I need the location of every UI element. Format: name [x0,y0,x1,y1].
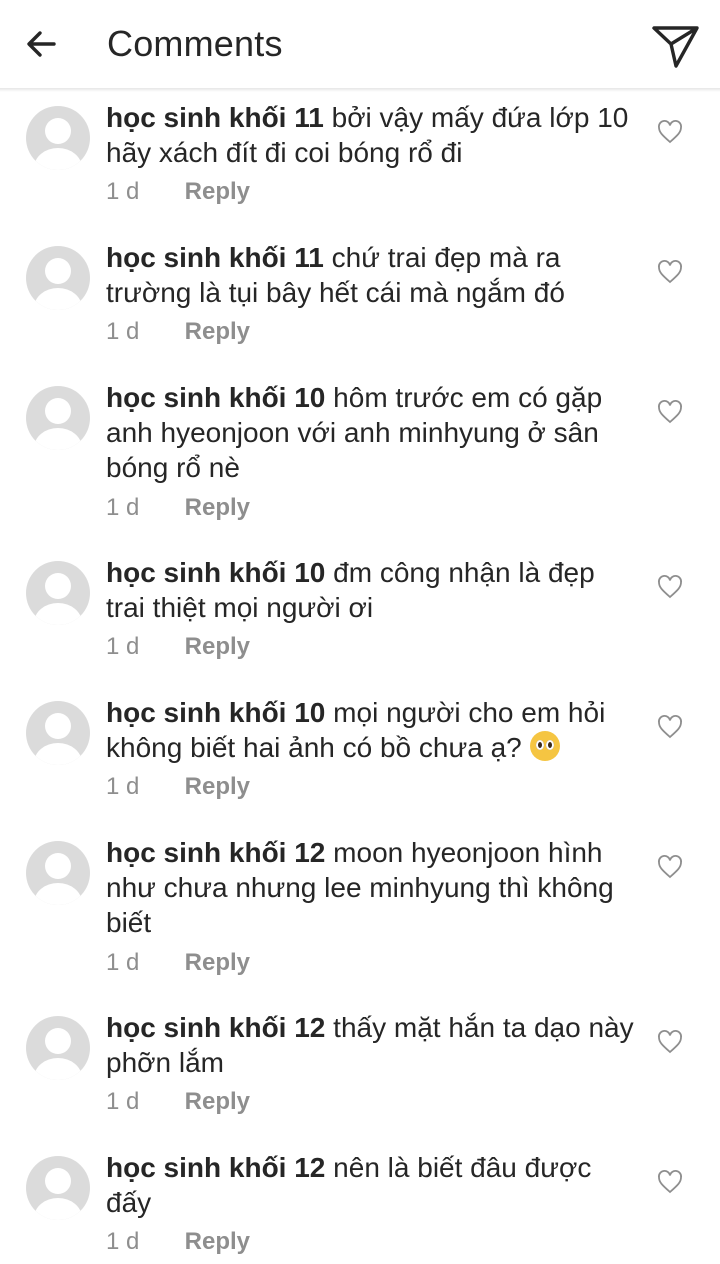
comment-text: học sinh khối 12 thấy mặt hắn ta dạo này… [106,1010,636,1080]
reply-button[interactable]: Reply [185,773,250,800]
avatar[interactable] [26,701,90,765]
comment-username[interactable]: học sinh khối 10 [106,382,325,413]
avatar[interactable] [26,841,90,905]
reply-button[interactable]: Reply [185,494,250,521]
comment-meta: 1 d Reply [106,1228,250,1256]
comment-timestamp: 1 d [106,1228,140,1255]
direct-message-icon[interactable] [650,20,702,72]
comment-timestamp: 1 d [106,318,140,345]
comment-timestamp: 1 d [106,494,140,521]
comment-timestamp: 1 d [106,949,140,976]
comment-username[interactable]: học sinh khối 12 [106,1152,325,1183]
reply-button[interactable]: Reply [185,1088,250,1115]
comment-timestamp: 1 d [106,633,140,660]
avatar[interactable] [26,1156,90,1220]
comment-username[interactable]: học sinh khối 11 [106,242,324,273]
heart-outline-icon[interactable] [656,398,684,426]
avatar[interactable] [26,246,90,310]
page-title: Comments [107,23,283,64]
comment-text: học sinh khối 10 hôm trước em có gặp anh… [106,380,636,485]
comment-timestamp: 1 d [106,1088,140,1115]
avatar[interactable] [26,1016,90,1080]
comment-meta: 1 d Reply [106,1088,250,1116]
comment-meta: 1 d Reply [106,178,250,206]
heart-outline-icon[interactable] [656,853,684,881]
comment-text: học sinh khối 10 đm công nhận là đẹp tra… [106,555,636,625]
comment-text: học sinh khối 12 nên là biết đâu được đấ… [106,1150,636,1220]
comment-username[interactable]: học sinh khối 11 [106,102,324,133]
heart-outline-icon[interactable] [656,713,684,741]
heart-outline-icon[interactable] [656,1168,684,1196]
comment-username[interactable]: học sinh khối 12 [106,837,325,868]
avatar[interactable] [26,386,90,450]
comment-timestamp: 1 d [106,178,140,205]
reply-button[interactable]: Reply [185,178,250,205]
comment-meta: 1 d Reply [106,949,250,977]
heart-outline-icon[interactable] [656,1028,684,1056]
comment-meta: 1 d Reply [106,633,250,661]
back-arrow-icon[interactable] [20,22,64,66]
reply-button[interactable]: Reply [185,1228,250,1255]
comment-meta: 1 d Reply [106,494,250,522]
top-bar: Comments [0,0,720,92]
comment-username[interactable]: học sinh khối 12 [106,1012,325,1043]
pleading-face-emoji [529,731,560,761]
comment-text: học sinh khối 11 bởi vậy mấy đứa lớp 10 … [106,100,636,170]
heart-outline-icon[interactable] [656,118,684,146]
comment-timestamp: 1 d [106,773,140,800]
comment-text: học sinh khối 12 moon hyeonjoon hình như… [106,835,636,940]
comment-meta: 1 d Reply [106,773,250,801]
comment-meta: 1 d Reply [106,318,250,346]
reply-button[interactable]: Reply [185,318,250,345]
comment-username[interactable]: học sinh khối 10 [106,697,325,728]
comment-text: học sinh khối 11 chứ trai đẹp mà ra trườ… [106,240,636,310]
avatar[interactable] [26,106,90,170]
heart-outline-icon[interactable] [656,573,684,601]
reply-button[interactable]: Reply [185,633,250,660]
comment-username[interactable]: học sinh khối 10 [106,557,325,588]
comment-text: học sinh khối 10 mọi người cho em hỏi kh… [106,695,636,765]
heart-outline-icon[interactable] [656,258,684,286]
reply-button[interactable]: Reply [185,949,250,976]
avatar[interactable] [26,561,90,625]
